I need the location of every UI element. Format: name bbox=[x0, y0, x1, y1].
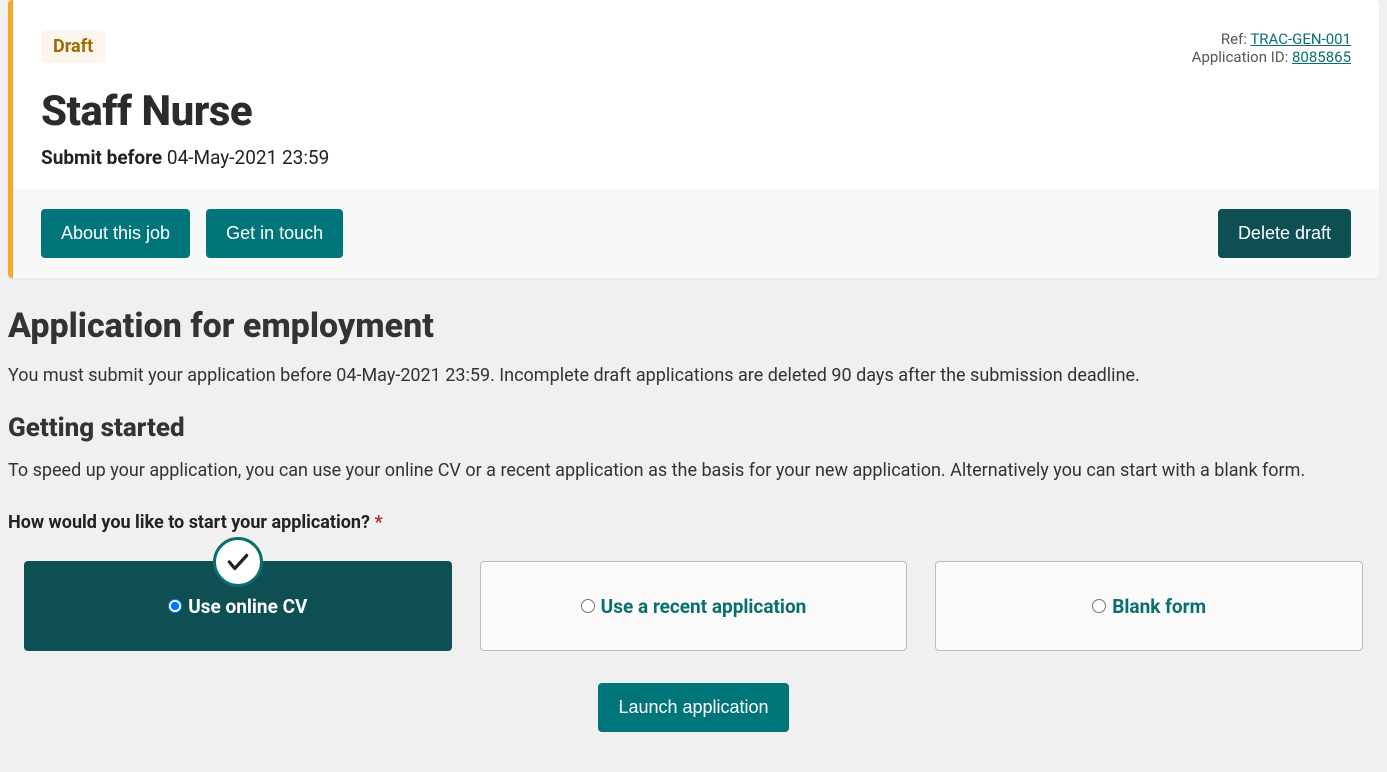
get-in-touch-button[interactable]: Get in touch bbox=[206, 209, 343, 258]
radio-recent[interactable] bbox=[581, 599, 595, 613]
option-label-online-cv: Use online CV bbox=[188, 595, 307, 618]
question-text: How would you like to start your applica… bbox=[8, 512, 374, 533]
option-blank-form[interactable]: Blank form bbox=[935, 561, 1363, 651]
option-label-recent: Use a recent application bbox=[601, 595, 807, 618]
status-badge: Draft bbox=[41, 30, 105, 63]
required-asterisk: * bbox=[374, 512, 382, 533]
launch-wrapper: Launch application bbox=[8, 683, 1379, 732]
ref-label: Ref: bbox=[1221, 30, 1250, 48]
appid-link[interactable]: 8085865 bbox=[1292, 48, 1351, 66]
option-label-blank: Blank form bbox=[1112, 595, 1206, 618]
appid-line: Application ID: 8085865 bbox=[1192, 48, 1351, 66]
submit-deadline: Submit before 04-May-2021 23:59 bbox=[41, 146, 1351, 169]
job-title: Staff Nurse bbox=[41, 87, 1351, 136]
radio-blank[interactable] bbox=[1092, 599, 1106, 613]
option-online-cv[interactable]: Use online CV bbox=[24, 561, 452, 651]
job-card-header: Draft Ref: TRAC-GEN-001 Application ID: … bbox=[13, 0, 1379, 189]
radio-online-cv[interactable] bbox=[168, 599, 182, 613]
job-card: Draft Ref: TRAC-GEN-001 Application ID: … bbox=[8, 0, 1379, 278]
intro-text: You must submit your application before … bbox=[8, 362, 1379, 389]
ref-link[interactable]: TRAC-GEN-001 bbox=[1250, 30, 1351, 48]
delete-draft-button[interactable]: Delete draft bbox=[1218, 209, 1351, 258]
about-job-button[interactable]: About this job bbox=[41, 209, 190, 258]
getting-started-heading: Getting started bbox=[8, 413, 1379, 443]
getting-started-text: To speed up your application, you can us… bbox=[8, 457, 1379, 484]
reference-block: Ref: TRAC-GEN-001 Application ID: 808586… bbox=[1192, 30, 1351, 66]
submit-label: Submit before bbox=[41, 146, 162, 169]
check-icon bbox=[213, 537, 263, 587]
appid-label: Application ID: bbox=[1192, 48, 1292, 66]
card-action-bar: About this job Get in touch Delete draft bbox=[13, 189, 1379, 278]
start-options: Use online CV Use a recent application B… bbox=[24, 561, 1363, 651]
option-recent-application[interactable]: Use a recent application bbox=[480, 561, 908, 651]
ref-line: Ref: TRAC-GEN-001 bbox=[1192, 30, 1351, 48]
main-content: Application for employment You must subm… bbox=[0, 278, 1387, 772]
submit-value: 04-May-2021 23:59 bbox=[162, 146, 329, 169]
launch-application-button[interactable]: Launch application bbox=[598, 683, 788, 732]
start-question: How would you like to start your applica… bbox=[8, 512, 1379, 533]
page-heading: Application for employment bbox=[8, 306, 1379, 346]
